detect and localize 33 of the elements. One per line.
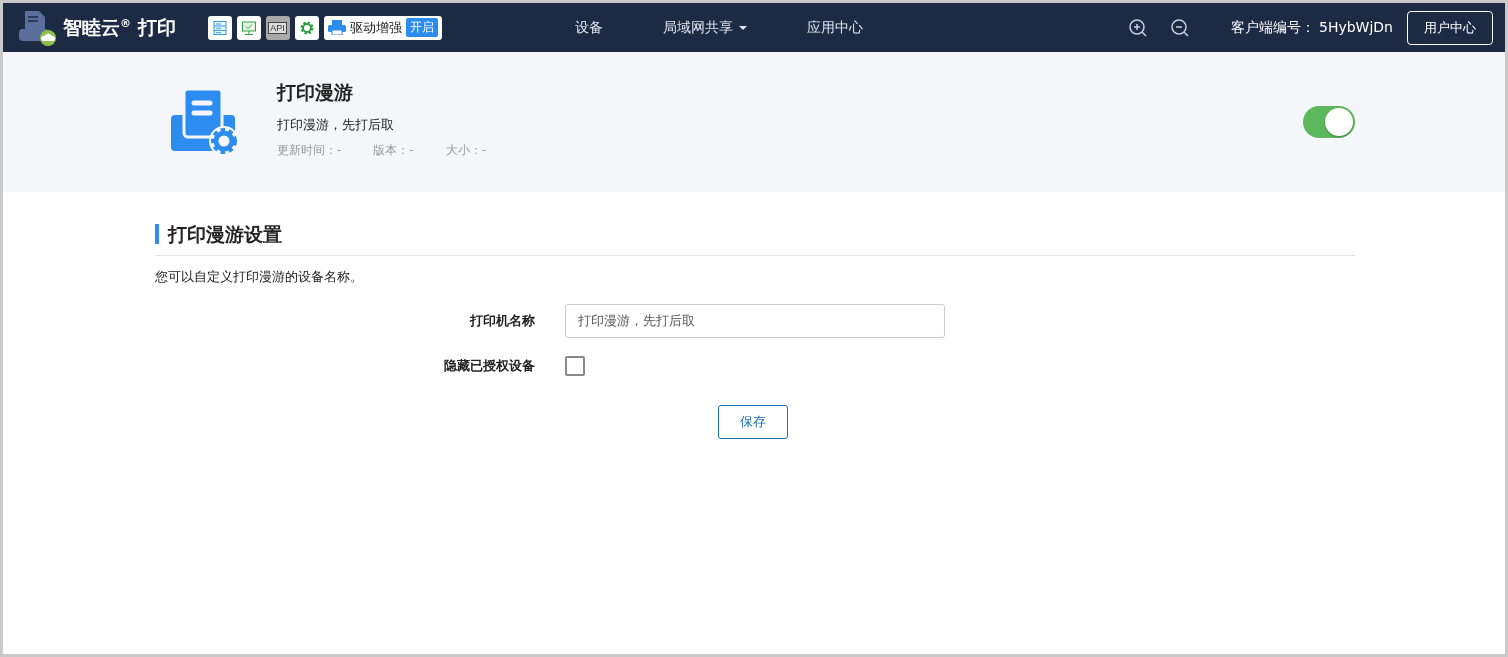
app-meta-info: 更新时间：-: [277, 141, 342, 159]
settings-icon: [298, 19, 315, 36]
client-id-label: 客户端编号： 5HybWjDn: [1230, 18, 1393, 37]
monitor-tool-button[interactable]: [236, 15, 261, 40]
zoom-in-icon: [1127, 17, 1148, 38]
user-center-button[interactable]: 用户中心: [1407, 10, 1493, 45]
server-icon: [211, 19, 228, 36]
gear-tool-button[interactable]: [294, 15, 319, 40]
server-tool-button[interactable]: [207, 15, 232, 40]
nav-link[interactable]: 设备: [544, 18, 633, 37]
app-meta-info: 版本：-: [373, 141, 414, 159]
driver-enhance-label: 驱动增强: [349, 18, 402, 37]
app-meta-info: 大小：-: [445, 141, 487, 159]
brand-name: 智睦云$^{®}$ 打印: [63, 14, 176, 40]
section-description: 您可以自定义打印漫游的设备名称。: [155, 268, 364, 286]
nav-link[interactable]: 局域网共享: [632, 18, 777, 37]
zoom-out-icon: [1169, 17, 1190, 38]
status-badge: 开启: [405, 18, 438, 37]
printer-icon: [327, 20, 346, 35]
enable-toggle[interactable]: [1303, 106, 1355, 138]
section-title: 打印漫游设置: [155, 224, 282, 244]
monitor-icon: [240, 19, 257, 36]
save-button[interactable]: 保存: [718, 405, 788, 439]
app-title: 打印漫游: [277, 79, 354, 105]
printer-name-field[interactable]: 打印漫游，先打后取: [565, 304, 945, 338]
printer-cloud-logo-icon: [17, 8, 59, 47]
caret-icon: [738, 25, 747, 30]
driver-enhance-button[interactable]: 驱动增强 开启: [323, 15, 442, 40]
field-label: 隐藏已授权设备: [444, 357, 535, 375]
nav-link[interactable]: 应用中心: [776, 18, 893, 37]
field-label: 打印机名称: [470, 312, 535, 330]
checkbox[interactable]: [565, 356, 585, 376]
app-subtitle: 打印漫游，先打后取: [277, 115, 395, 134]
